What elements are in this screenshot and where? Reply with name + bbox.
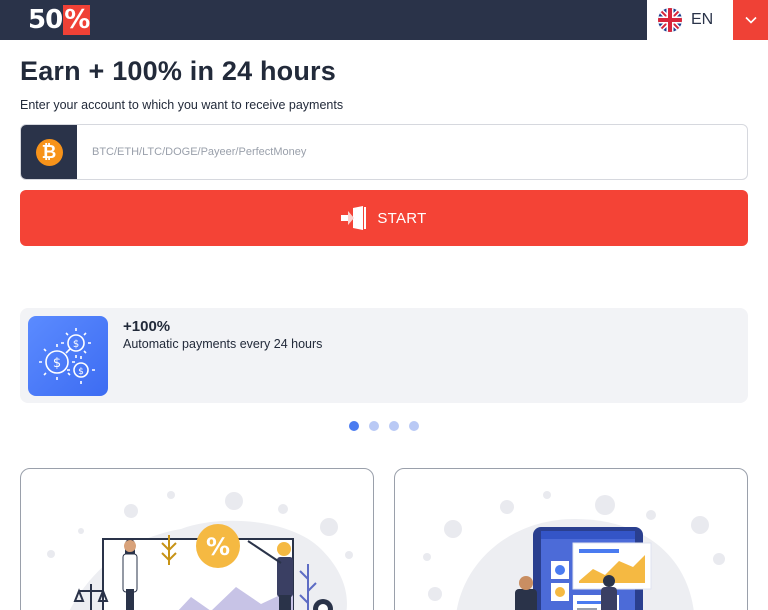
carousel-slide: $ $ $ +100% Automatic payments every 24 … — [20, 308, 748, 403]
logo-percent: % — [63, 5, 90, 35]
chevron-down-icon — [744, 16, 757, 24]
carousel-pagination — [349, 421, 419, 431]
login-door-icon — [341, 206, 367, 230]
crypto-dashboard-illustration — [423, 491, 725, 610]
carousel-dot-2[interactable] — [369, 421, 379, 431]
info-card-growth: % — [20, 468, 374, 610]
language-label: EN — [691, 11, 714, 28]
wallet-input-group: ₿ — [20, 124, 748, 180]
info-card-dashboard — [394, 468, 748, 610]
start-button-label: START — [377, 209, 427, 227]
uk-flag-icon — [658, 8, 682, 32]
start-button[interactable]: START — [20, 190, 748, 246]
svg-text:$: $ — [53, 356, 61, 371]
site-logo[interactable]: 50% — [28, 5, 90, 35]
gears-dollar-icon: $ $ $ — [28, 316, 108, 396]
top-bar: 50% EN — [0, 0, 768, 40]
carousel-dot-3[interactable] — [389, 421, 399, 431]
svg-text:$: $ — [78, 367, 84, 377]
wallet-icon-box: ₿ — [21, 125, 77, 179]
carousel-dot-1[interactable] — [349, 421, 359, 431]
language-selector[interactable]: EN — [647, 0, 733, 40]
svg-text:$: $ — [73, 339, 79, 350]
page-title: Earn + 100% in 24 hours — [20, 56, 336, 86]
page-subtitle: Enter your account to which you want to … — [20, 98, 344, 112]
language-dropdown-button[interactable] — [733, 0, 768, 40]
slide-title: +100% — [123, 318, 171, 335]
carousel-dot-4[interactable] — [409, 421, 419, 431]
logo-number: 50 — [28, 5, 63, 35]
svg-text:%: % — [206, 533, 230, 561]
bitcoin-icon: ₿ — [35, 138, 63, 166]
percent-growth-illustration: % — [47, 491, 353, 610]
wallet-address-input[interactable] — [77, 125, 747, 179]
slide-description: Automatic payments every 24 hours — [123, 337, 323, 351]
